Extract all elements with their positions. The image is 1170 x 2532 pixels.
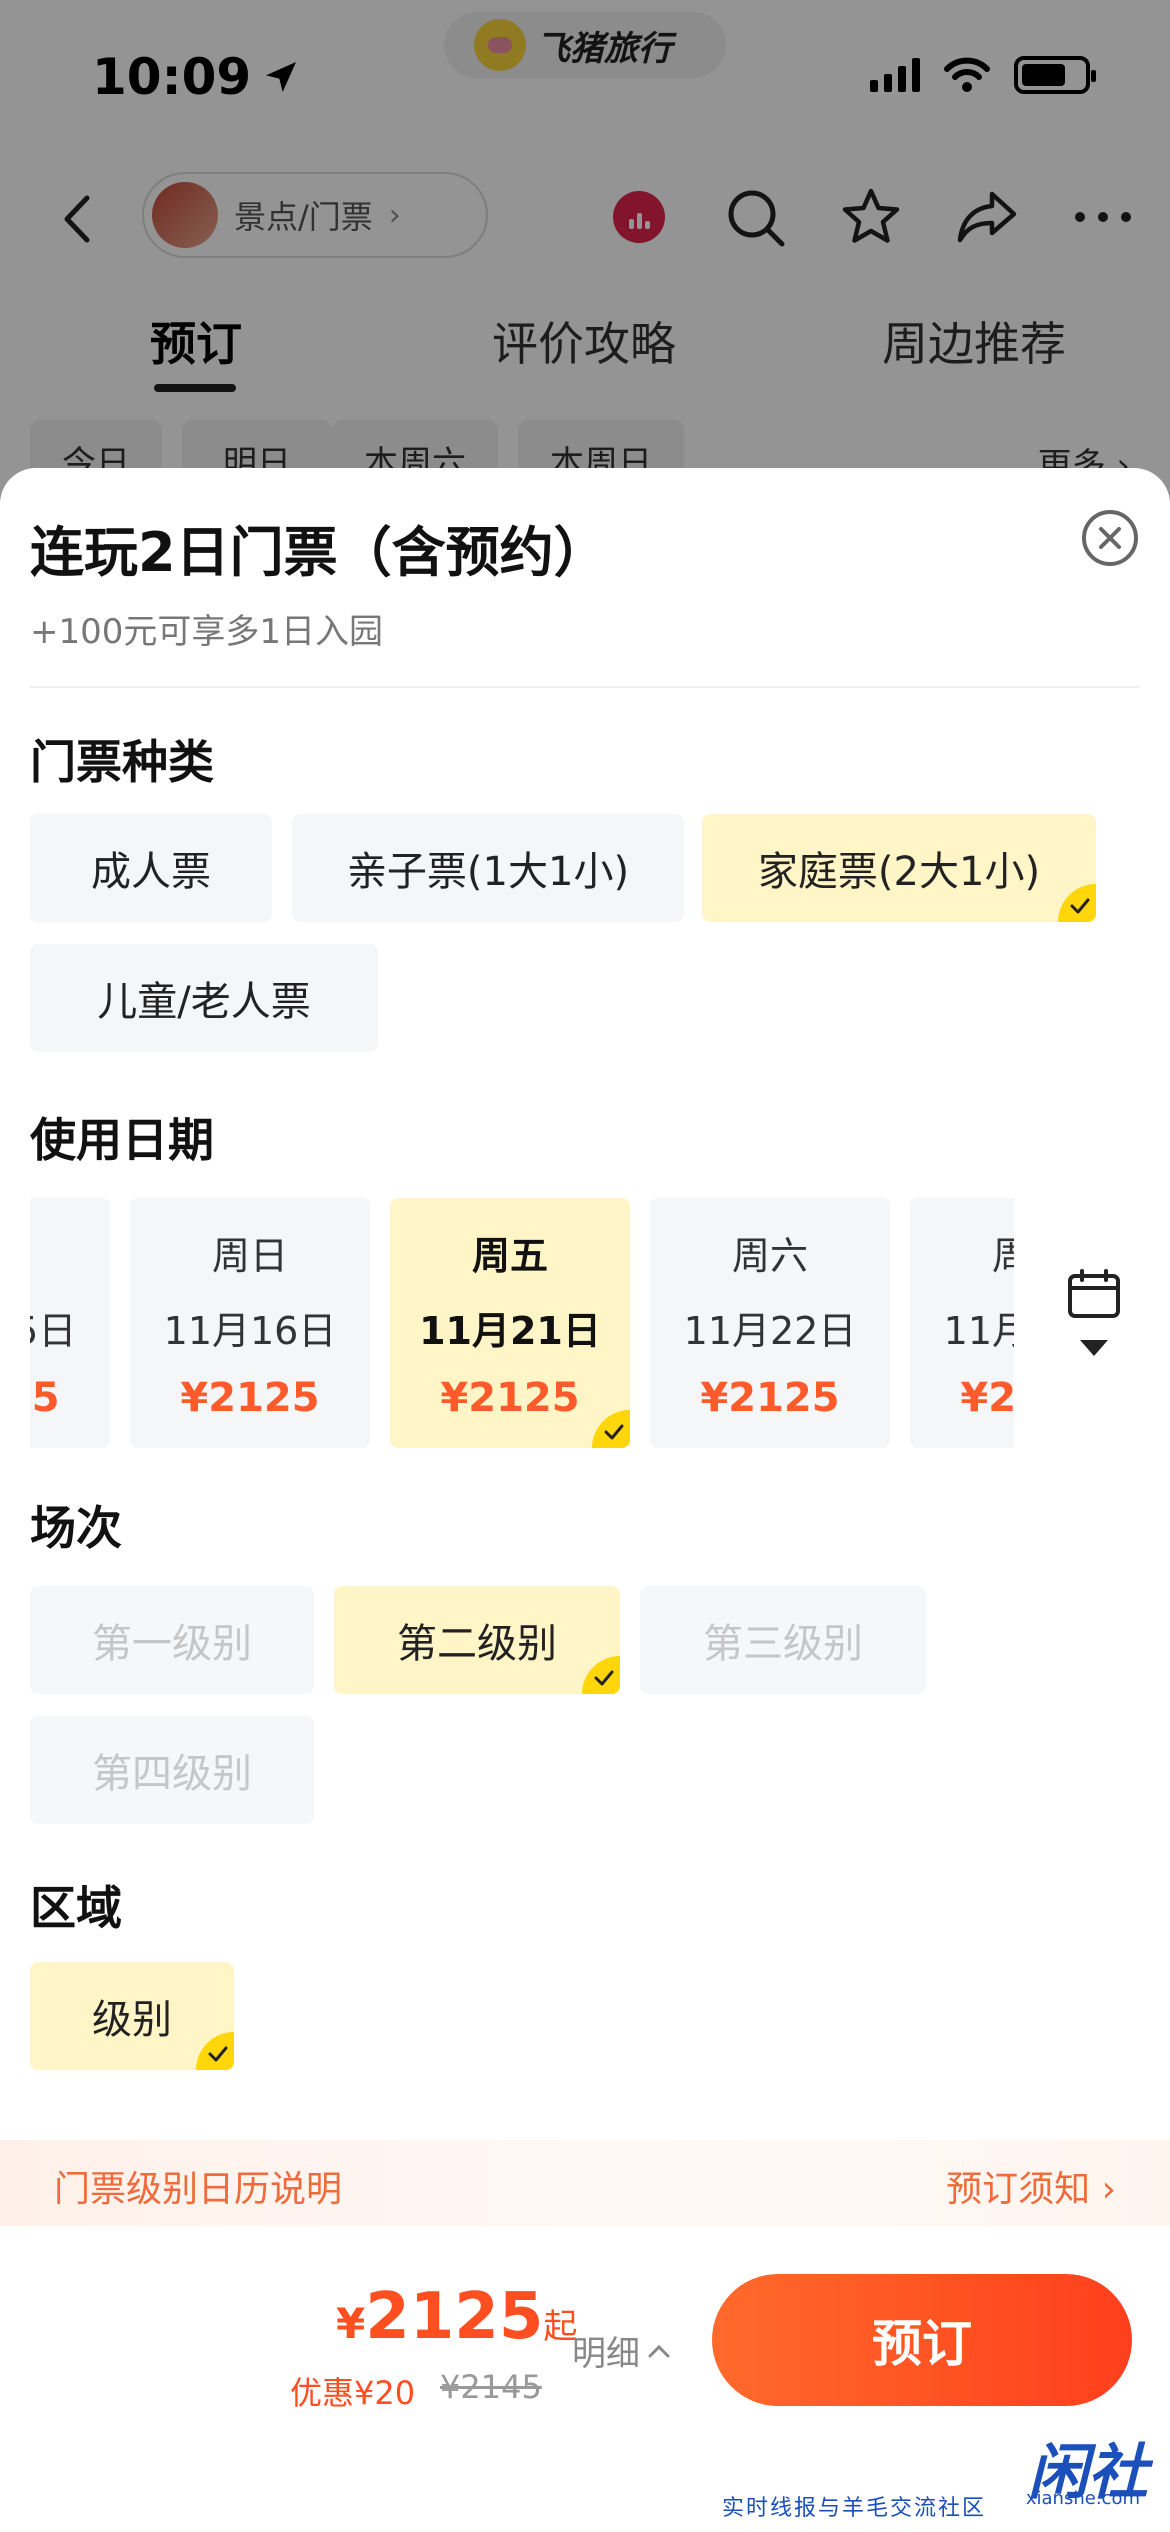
usage-date-title: 使用日期 [30,1113,214,1167]
date-card-weekday: 周五 [471,1234,548,1278]
ticket-option-label: 家庭票(2大1小) [757,849,1041,895]
session-option-level-1: 第一级别 [30,1586,314,1694]
price-detail-label: 明细 [572,2334,640,2374]
calendar-button[interactable] [1058,1268,1130,1398]
watermark-caption: 实时线报与羊毛交流社区 [722,2496,987,2521]
modal-overlay[interactable] [0,0,1170,520]
ticket-option-label: 儿童/老人票 [97,979,311,1025]
sheet-title: 连玩2日门票（含预约） [30,521,608,584]
booking-notes-link[interactable]: 预订须知 › [946,2160,1116,2212]
session-title: 场次 [30,1501,122,1555]
check-icon [1058,884,1096,922]
date-scroller[interactable]: 周六 11月15日 ¥2125 周日 11月16日 ¥2125 周五 11月21… [30,1198,1014,1448]
session-option-label: 第四级别 [92,1751,252,1797]
date-card-price: ¥2125 [30,1375,60,1421]
date-card-price: ¥2125 [700,1375,840,1421]
area-option-label: 级别 [92,1997,172,2043]
ticket-type-title: 门票种类 [30,735,214,789]
ticket-options-sheet: 连玩2日门票（含预约） +100元可享多1日入园 门票种类 成人票 亲子票(1大… [0,468,1170,2532]
session-option-level-3: 第三级别 [640,1586,926,1694]
price-value: 2125 [365,2280,544,2354]
check-icon [196,2032,234,2070]
date-card-weekday: 周日 [211,1234,288,1278]
date-card-price: ¥2125 [440,1375,580,1421]
notice-strip: 门票级别日历说明 预订须知 › [0,2140,1170,2226]
date-card-date: 11月21日 [419,1309,601,1353]
sheet-subtitle: +100元可享多1日入园 [30,612,384,652]
original-price: ¥2145 [440,2368,542,2406]
discount-amount: 优惠¥20 [290,2374,416,2412]
date-card-weekday: 周日 [991,1234,1014,1278]
date-card[interactable]: 周日 11月23日 ¥2125 [910,1198,1014,1448]
date-card-date: 11月15日 [30,1309,77,1353]
chevron-up-icon [648,2344,670,2357]
session-option-label: 第二级别 [397,1621,557,1667]
ticket-option-family[interactable]: 家庭票(2大1小) [702,814,1096,922]
session-option-level-4: 第四级别 [30,1716,314,1824]
date-card-selected[interactable]: 周五 11月21日 ¥2125 [390,1198,630,1448]
date-card-price: ¥2125 [180,1375,320,1421]
book-button[interactable]: 预订 [712,2274,1132,2406]
calendar-icon [1068,1269,1120,1318]
session-option-label: 第三级别 [703,1621,863,1667]
date-card-price: ¥2125 [960,1375,1014,1421]
date-card-date: 11月22日 [683,1309,857,1353]
currency-symbol: ¥ [336,2299,366,2348]
close-button[interactable] [1082,510,1138,566]
calendar-explanation-link[interactable]: 门票级别日历说明 [54,2160,342,2212]
ticket-option-label: 亲子票(1大1小) [346,849,630,895]
price-detail-toggle[interactable]: 明细 [572,2326,670,2375]
caret-down-icon [1080,1340,1108,1356]
date-card[interactable]: 周日 11月16日 ¥2125 [130,1198,370,1448]
ticket-option-child-senior[interactable]: 儿童/老人票 [30,944,378,1052]
session-option-level-2[interactable]: 第二级别 [334,1586,620,1694]
date-card-date: 11月23日 [943,1309,1014,1353]
price-display: ¥ 2125 起 [336,2280,577,2354]
watermark-site: xianshe.com [1025,2488,1140,2509]
close-icon [1099,527,1121,549]
date-card-date: 11月16日 [163,1309,337,1353]
area-title: 区域 [30,1881,122,1935]
session-option-label: 第一级别 [92,1621,252,1667]
date-card-weekday: 周六 [731,1234,808,1278]
check-icon [592,1410,630,1448]
area-option-level[interactable]: 级别 [30,1962,234,2070]
date-card[interactable]: 周六 11月22日 ¥2125 [650,1198,890,1448]
ticket-option-parent-child[interactable]: 亲子票(1大1小) [292,814,684,922]
check-icon [582,1656,620,1694]
divider [30,686,1140,688]
date-card[interactable]: 周六 11月15日 ¥2125 [30,1198,110,1448]
ticket-option-label: 成人票 [91,849,211,895]
ticket-option-adult[interactable]: 成人票 [30,814,272,922]
